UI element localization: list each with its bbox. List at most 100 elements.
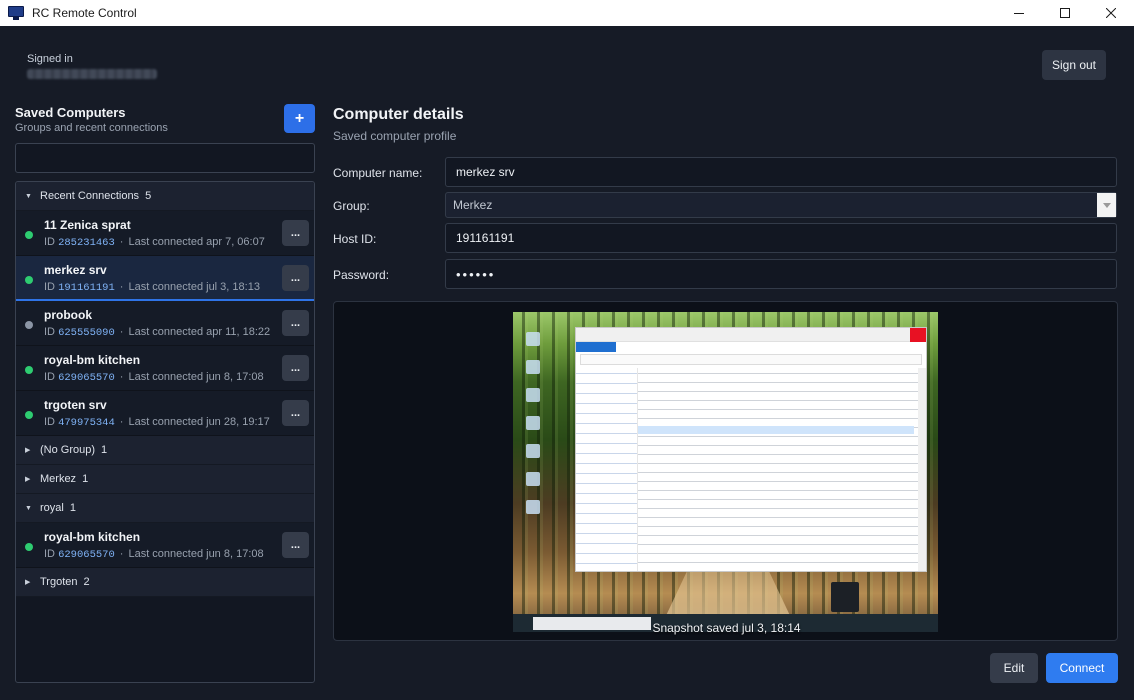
computer-name-label: Computer name: <box>333 166 423 180</box>
last-connected: Last connected jun 28, 19:17 <box>128 416 270 428</box>
more-options-button[interactable]: ... <box>282 355 309 381</box>
more-options-button[interactable]: ... <box>282 310 309 336</box>
computer-meta: ID 191161191 · Last connected jul 3, 18:13 <box>44 281 260 294</box>
edit-button[interactable]: Edit <box>990 653 1038 683</box>
group-no-group[interactable]: ▶ (No Group) 1 <box>16 436 314 465</box>
computer-row[interactable]: royal-bm kitchen ID 629065570 · Last conne… <box>16 523 314 568</box>
minimize-icon <box>1014 13 1024 14</box>
id-label: ID <box>44 326 55 338</box>
id-label: ID <box>44 416 55 428</box>
id-label: ID <box>44 548 55 560</box>
computer-id: 479975344 <box>58 417 115 429</box>
snapshot-caption: Snapshot saved jul 3, 18:14 <box>652 621 801 635</box>
title-bar: RC Remote Control <box>0 0 1134 26</box>
maximize-button[interactable] <box>1042 0 1088 26</box>
monitor-icon <box>8 6 24 20</box>
group-count: 5 <box>145 190 152 202</box>
signed-in-email-redacted <box>27 69 157 79</box>
id-label: ID <box>44 371 55 383</box>
online-status-icon <box>25 231 33 239</box>
host-id-label: Host ID: <box>333 232 377 246</box>
id-label: ID <box>44 281 55 293</box>
window-title: RC Remote Control <box>32 6 137 20</box>
more-options-button[interactable]: ... <box>282 400 309 426</box>
remote-desktop-snapshot <box>513 312 938 632</box>
more-options-button[interactable]: ... <box>282 532 309 558</box>
group-select[interactable]: Merkez <box>445 192 1117 218</box>
online-status-icon <box>25 411 33 419</box>
password-field[interactable] <box>445 259 1117 289</box>
computer-name: 11 Zenica sprat <box>44 218 131 232</box>
group-count: 1 <box>82 473 89 485</box>
caret-right-icon: ▶ <box>25 476 31 483</box>
computer-id: 629065570 <box>58 549 115 561</box>
computer-id: 191161191 <box>58 282 115 294</box>
caret-down-icon: ▼ <box>25 504 32 512</box>
group-recent-connections[interactable]: ▼ Recent Connections 5 <box>16 182 314 211</box>
computer-tree[interactable]: ▼ Recent Connections 5 11 Zenica sprat I… <box>15 181 315 683</box>
computer-name: probook <box>44 308 92 322</box>
minimize-button[interactable] <box>996 0 1042 26</box>
group-count: 2 <box>83 576 90 588</box>
add-computer-button[interactable]: + <box>284 104 315 133</box>
close-button[interactable] <box>1088 0 1134 26</box>
group-count: 1 <box>101 444 108 456</box>
chevron-down-icon <box>1097 193 1116 217</box>
computer-row[interactable]: probook ID 625555090 · Last connected apr … <box>16 301 314 346</box>
group-trgoten[interactable]: ▶ Trgoten 2 <box>16 568 314 597</box>
computer-name: trgoten srv <box>44 398 107 412</box>
group-name: royal <box>40 502 64 514</box>
saved-computers-title: Saved Computers <box>15 105 126 120</box>
computer-row[interactable]: royal-bm kitchen ID 629065570 · Last conne… <box>16 346 314 391</box>
computer-name: royal-bm kitchen <box>44 530 141 544</box>
saved-computers-subtitle: Groups and recent connections <box>15 122 168 134</box>
details-subtitle: Saved computer profile <box>333 129 457 143</box>
details-title: Computer details <box>333 106 464 123</box>
host-id-field[interactable] <box>445 223 1117 253</box>
computer-row[interactable]: 11 Zenica sprat ID 285231463 · Last connec… <box>16 211 314 256</box>
more-options-button[interactable]: ... <box>282 265 309 291</box>
group-merkez[interactable]: ▶ Merkez 1 <box>16 465 314 494</box>
last-connected: Last connected jun 8, 17:08 <box>128 371 264 383</box>
caret-right-icon: ▶ <box>25 579 31 586</box>
online-status-icon <box>25 366 33 374</box>
last-connected: Last connected jun 8, 17:08 <box>128 548 264 560</box>
last-connected: Last connected apr 7, 06:07 <box>128 236 265 248</box>
computer-meta: ID 479975344 · Last connected jun 28, 19:1… <box>44 416 270 429</box>
caret-right-icon: ▶ <box>25 447 31 454</box>
online-status-icon <box>25 276 33 284</box>
maximize-icon <box>1060 8 1070 18</box>
group-royal[interactable]: ▼ royal 1 <box>16 494 314 523</box>
computer-meta: ID 625555090 · Last connected apr 11, 18:2… <box>44 326 271 339</box>
search-input[interactable] <box>15 143 315 173</box>
last-connected: Last connected apr 11, 18:22 <box>128 326 271 338</box>
last-connected: Last connected jul 3, 18:13 <box>128 281 260 293</box>
computer-row-selected[interactable]: merkez srv ID 191161191 · Last connected j… <box>16 256 314 301</box>
group-name: Recent Connections <box>40 190 140 202</box>
group-label: Group: <box>333 199 370 213</box>
snapshot-preview: Snapshot saved jul 3, 18:14 <box>333 301 1118 641</box>
group-name: (No Group) <box>40 444 96 456</box>
computer-name: merkez srv <box>44 263 107 277</box>
computer-meta: ID 285231463 · Last connected apr 7, 06:07 <box>44 236 265 249</box>
online-status-icon <box>25 543 33 551</box>
group-name: Merkez <box>40 473 77 485</box>
computer-row[interactable]: trgoten srv ID 479975344 · Last connected … <box>16 391 314 436</box>
computer-meta: ID 629065570 · Last connected jun 8, 17:08 <box>44 548 264 561</box>
group-name: Trgoten <box>40 576 78 588</box>
group-select-value: Merkez <box>453 198 493 212</box>
password-label: Password: <box>333 268 390 282</box>
computer-meta: ID 629065570 · Last connected jun 8, 17:08 <box>44 371 264 384</box>
connect-button[interactable]: Connect <box>1046 653 1118 683</box>
close-icon <box>1106 8 1116 18</box>
caret-down-icon: ▼ <box>25 192 32 200</box>
computer-id: 625555090 <box>58 327 115 339</box>
signed-in-label: Signed in <box>27 53 73 65</box>
sign-out-button[interactable]: Sign out <box>1042 50 1106 80</box>
computer-name-field[interactable] <box>445 157 1117 187</box>
more-options-button[interactable]: ... <box>282 220 309 246</box>
id-label: ID <box>44 236 55 248</box>
computer-id: 285231463 <box>58 237 115 249</box>
computer-id: 629065570 <box>58 372 115 384</box>
group-count: 1 <box>69 502 76 514</box>
